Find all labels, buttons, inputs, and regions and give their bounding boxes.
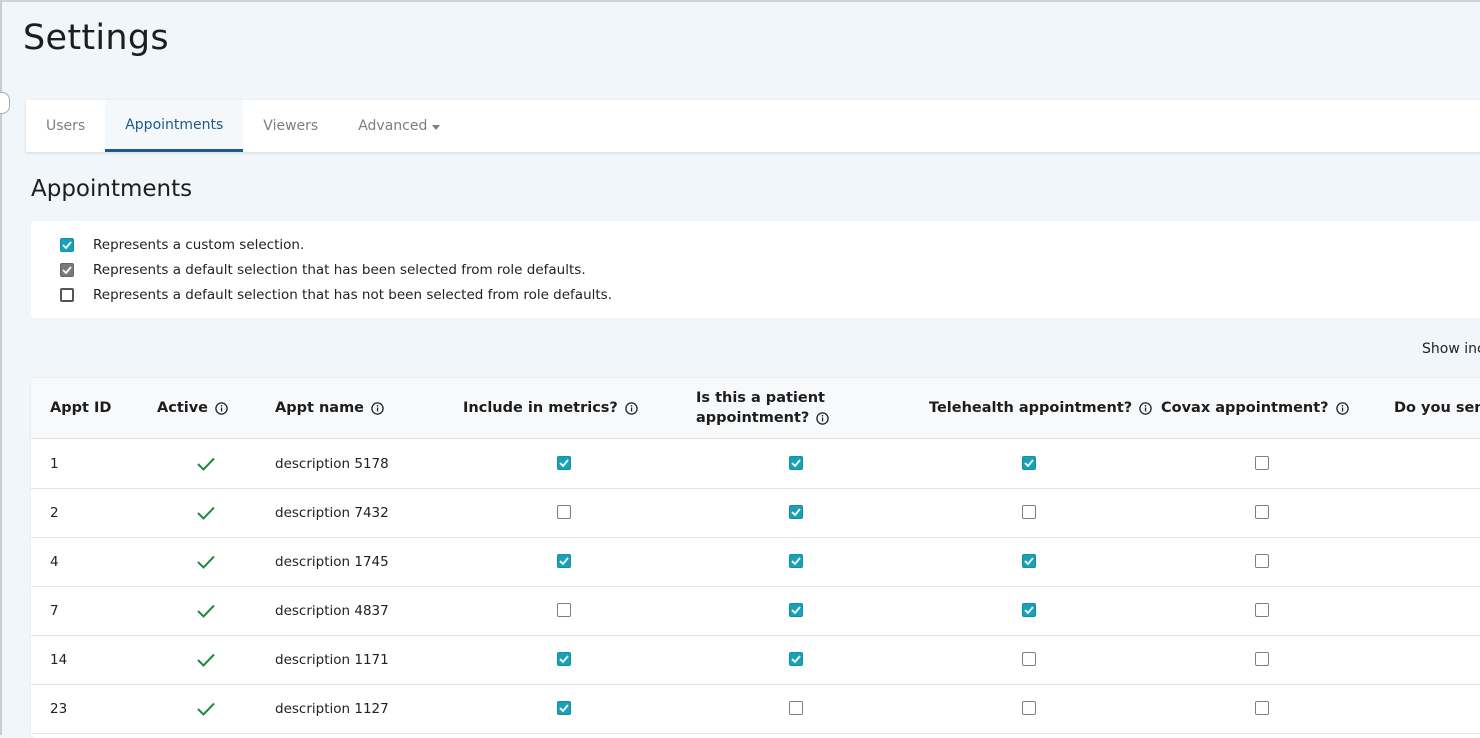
header-appt-id-label: Appt ID	[50, 400, 112, 416]
legend-item-default-selected: Represents a default selection that has …	[60, 262, 586, 278]
tab-appointments[interactable]: Appointments	[105, 100, 244, 152]
header-do-you-send: Do you sen	[1394, 398, 1480, 418]
info-icon[interactable]	[1139, 401, 1152, 415]
active-check-icon	[196, 684, 216, 733]
cell-appt-id: 7	[50, 602, 59, 619]
header-covax-label: Covax appointment?	[1161, 400, 1329, 416]
metrics-checkbox[interactable]	[557, 603, 571, 617]
header-telehealth-label: Telehealth appointment?	[929, 400, 1133, 416]
header-patient-appointment: Is this a patient appointment?	[696, 388, 830, 428]
header-appt-id: Appt ID	[50, 398, 111, 418]
cell-appt-name: description 4837	[275, 602, 389, 619]
header-appt-name: Appt name	[275, 398, 384, 418]
patient-checkbox[interactable]	[789, 554, 803, 568]
header-patient-line2-wrap: appointment?	[696, 408, 830, 428]
legend-text-custom: Represents a custom selection.	[93, 237, 305, 253]
active-check-icon	[196, 586, 216, 635]
section-title: Appointments	[31, 176, 193, 202]
show-inactive-toggle[interactable]: Show inc	[1422, 341, 1480, 357]
legend-text-default-selected: Represents a default selection that has …	[93, 262, 586, 278]
patient-checkbox[interactable]	[789, 603, 803, 617]
table-row: 7 description 4837	[31, 586, 1480, 636]
info-icon[interactable]	[215, 401, 228, 415]
tab-appointments-label: Appointments	[125, 116, 224, 133]
covax-checkbox[interactable]	[1255, 652, 1269, 666]
header-patient-line1: Is this a patient	[696, 390, 825, 406]
header-active-label: Active	[157, 400, 209, 416]
cell-appt-name: description 1745	[275, 553, 389, 570]
info-icon[interactable]	[625, 401, 638, 415]
patient-checkbox[interactable]	[789, 701, 803, 715]
settings-tabs: Users Appointments Viewers Advanced	[26, 100, 1480, 152]
active-check-icon	[196, 635, 216, 684]
caret-down-icon	[432, 124, 441, 130]
tab-advanced[interactable]: Advanced	[338, 100, 460, 152]
table-row: 14 description 1171	[31, 635, 1480, 685]
patient-checkbox[interactable]	[789, 652, 803, 666]
info-icon[interactable]	[1335, 401, 1349, 415]
metrics-checkbox[interactable]	[557, 701, 571, 715]
legend-item-custom: Represents a custom selection.	[60, 237, 304, 253]
telehealth-checkbox[interactable]	[1022, 456, 1036, 470]
custom-selection-checkbox-icon	[60, 238, 74, 252]
appointments-table: Appt ID Active Appt name Include in metr…	[31, 378, 1480, 738]
telehealth-checkbox[interactable]	[1022, 603, 1036, 617]
header-covax: Covax appointment?	[1161, 398, 1349, 418]
covax-checkbox[interactable]	[1255, 603, 1269, 617]
default-selected-checkbox-icon	[60, 263, 74, 277]
covax-checkbox[interactable]	[1255, 456, 1269, 470]
tab-viewers-label: Viewers	[263, 118, 319, 134]
telehealth-checkbox[interactable]	[1022, 652, 1036, 666]
header-patient-line2: appointment?	[696, 410, 810, 426]
header-do-you-send-label: Do you sen	[1394, 400, 1480, 416]
metrics-checkbox[interactable]	[557, 554, 571, 568]
tab-advanced-label: Advanced	[358, 118, 428, 134]
metrics-checkbox[interactable]	[557, 652, 571, 666]
table-row: 1 description 5178	[31, 439, 1480, 489]
active-check-icon	[196, 439, 216, 488]
telehealth-checkbox[interactable]	[1022, 554, 1036, 568]
covax-checkbox[interactable]	[1255, 701, 1269, 715]
active-check-icon	[196, 537, 216, 586]
header-active: Active	[157, 398, 228, 418]
header-telehealth: Telehealth appointment?	[929, 398, 1152, 418]
active-check-icon	[196, 488, 216, 537]
legend-item-default-unselected: Represents a default selection that has …	[60, 287, 612, 303]
info-icon[interactable]	[371, 401, 384, 415]
cell-appt-name: description 7432	[275, 504, 389, 521]
tab-users[interactable]: Users	[26, 100, 105, 152]
cell-appt-id: 23	[50, 700, 68, 717]
telehealth-checkbox[interactable]	[1022, 701, 1036, 715]
info-icon[interactable]	[816, 411, 830, 425]
sidebar-collapse-handle[interactable]	[0, 92, 10, 114]
checkbox-legend: Represents a custom selection. Represent…	[31, 221, 1480, 318]
covax-checkbox[interactable]	[1255, 554, 1269, 568]
cell-appt-id: 1	[50, 455, 59, 472]
metrics-checkbox[interactable]	[557, 456, 571, 470]
default-unselected-checkbox-icon	[60, 288, 74, 302]
header-include-in-metrics: Include in metrics?	[463, 398, 638, 418]
patient-checkbox[interactable]	[789, 505, 803, 519]
header-appt-name-label: Appt name	[275, 400, 365, 416]
cell-appt-name: description 1127	[275, 700, 389, 717]
table-row: 2 description 7432	[31, 488, 1480, 538]
cell-appt-name: description 1171	[275, 651, 389, 668]
tab-viewers[interactable]: Viewers	[243, 100, 338, 152]
tab-users-label: Users	[46, 118, 86, 134]
covax-checkbox[interactable]	[1255, 505, 1269, 519]
legend-text-default-unselected: Represents a default selection that has …	[93, 287, 613, 303]
telehealth-checkbox[interactable]	[1022, 505, 1036, 519]
cell-appt-id: 2	[50, 504, 59, 521]
header-include-in-metrics-label: Include in metrics?	[463, 400, 618, 416]
cell-appt-name: description 5178	[275, 455, 389, 472]
window-top-border	[0, 0, 1480, 2]
table-header: Appt ID Active Appt name Include in metr…	[31, 378, 1480, 439]
table-row: 23 description 1127	[31, 684, 1480, 734]
cell-appt-id: 4	[50, 553, 59, 570]
metrics-checkbox[interactable]	[557, 505, 571, 519]
table-row: 4 description 1745	[31, 537, 1480, 587]
page-title: Settings	[23, 18, 169, 58]
patient-checkbox[interactable]	[789, 456, 803, 470]
cell-appt-id: 14	[50, 651, 68, 668]
